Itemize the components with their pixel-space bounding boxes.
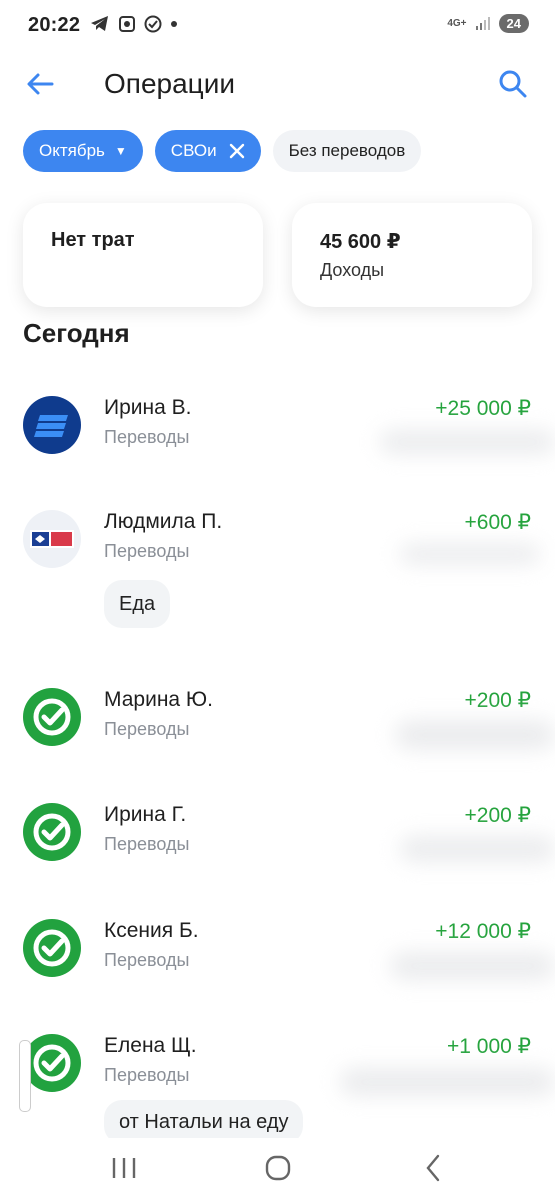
operation-comment: Еда bbox=[104, 580, 171, 628]
filter-chip-month[interactable]: Октябрь ▼ bbox=[23, 130, 143, 172]
section-title-today: Сегодня bbox=[23, 318, 130, 348]
operation-category: Переводы bbox=[104, 834, 190, 854]
pochta-bank-logo-icon bbox=[23, 510, 81, 568]
filter-chip-category-label: СВОи bbox=[170, 141, 217, 160]
dot-icon bbox=[171, 21, 177, 27]
operation-name: Ирина В. bbox=[104, 396, 192, 419]
operation-name: Людмила П. bbox=[104, 510, 223, 533]
operation-name: Ксения Б. bbox=[104, 919, 199, 942]
status-time: 20:22 bbox=[28, 14, 81, 36]
filter-chip-no-transfers[interactable]: Без переводов bbox=[272, 130, 422, 172]
operation-name: Елена Щ. bbox=[104, 1034, 197, 1057]
search-icon[interactable] bbox=[497, 68, 529, 100]
bank-logo-icon bbox=[23, 396, 81, 454]
operation-amount: +600 ₽ bbox=[464, 511, 532, 534]
screenshot-icon bbox=[119, 16, 135, 32]
filter-chip-month-label: Октябрь bbox=[39, 141, 105, 160]
back-arrow-icon[interactable] bbox=[24, 68, 56, 100]
top-app-bar: Операции bbox=[0, 60, 555, 110]
operation-amount: +1 000 ₽ bbox=[446, 1035, 531, 1058]
income-value: 45 600 ₽ bbox=[320, 231, 401, 253]
operation-category: Переводы bbox=[104, 950, 190, 970]
status-right: 4G+ 24 bbox=[447, 14, 529, 33]
income-card[interactable]: 45 600 ₽ Доходы bbox=[292, 203, 532, 307]
network-type: 4G+ bbox=[447, 18, 467, 29]
home-icon[interactable] bbox=[260, 1150, 296, 1186]
operation-category: Переводы bbox=[104, 719, 190, 739]
notification-icons bbox=[90, 15, 178, 33]
operation-name: Ирина Г. bbox=[104, 803, 187, 826]
check-circle-icon bbox=[144, 15, 162, 33]
sberbank-logo-icon bbox=[23, 803, 81, 861]
close-icon[interactable] bbox=[229, 143, 245, 159]
redacted-overlay bbox=[400, 836, 555, 862]
scroll-indicator bbox=[19, 1040, 31, 1112]
income-label: Доходы bbox=[320, 260, 385, 280]
caret-down-icon: ▼ bbox=[114, 144, 127, 158]
operation-amount: +200 ₽ bbox=[464, 804, 532, 827]
operation-category: Переводы bbox=[104, 541, 190, 561]
operation-amount: +25 000 ₽ bbox=[435, 397, 531, 420]
sberbank-logo-icon bbox=[23, 688, 81, 746]
operation-name: Марина Ю. bbox=[104, 688, 213, 711]
expenses-label: Нет трат bbox=[51, 229, 135, 251]
redacted-overlay bbox=[395, 720, 555, 750]
system-nav-bar bbox=[0, 1138, 555, 1200]
signal-icon bbox=[475, 16, 490, 30]
status-bar: 20:22 4G+ 24 bbox=[0, 0, 555, 54]
telegram-icon bbox=[91, 16, 108, 31]
sberbank-logo-icon bbox=[23, 919, 81, 977]
redacted-overlay bbox=[390, 952, 555, 980]
operation-category: Переводы bbox=[104, 427, 190, 447]
filter-chip-category[interactable]: СВОи bbox=[154, 130, 261, 172]
redacted-overlay bbox=[340, 1068, 555, 1096]
expenses-card[interactable]: Нет трат bbox=[23, 203, 263, 307]
filter-chips: Октябрь ▼ СВОи Без переводов bbox=[23, 130, 422, 172]
filter-chip-no-transfers-label: Без переводов bbox=[288, 141, 406, 160]
page-title: Операции bbox=[104, 68, 235, 99]
redacted-overlay bbox=[380, 430, 555, 454]
operation-amount: +200 ₽ bbox=[464, 689, 532, 712]
recent-apps-icon[interactable] bbox=[106, 1150, 142, 1186]
operation-category: Переводы bbox=[104, 1065, 190, 1085]
back-nav-icon[interactable] bbox=[416, 1150, 452, 1186]
redacted-overlay bbox=[400, 544, 540, 564]
battery-indicator: 24 bbox=[498, 14, 529, 33]
sberbank-logo-icon bbox=[23, 1034, 81, 1092]
operation-amount: +12 000 ₽ bbox=[435, 920, 531, 943]
